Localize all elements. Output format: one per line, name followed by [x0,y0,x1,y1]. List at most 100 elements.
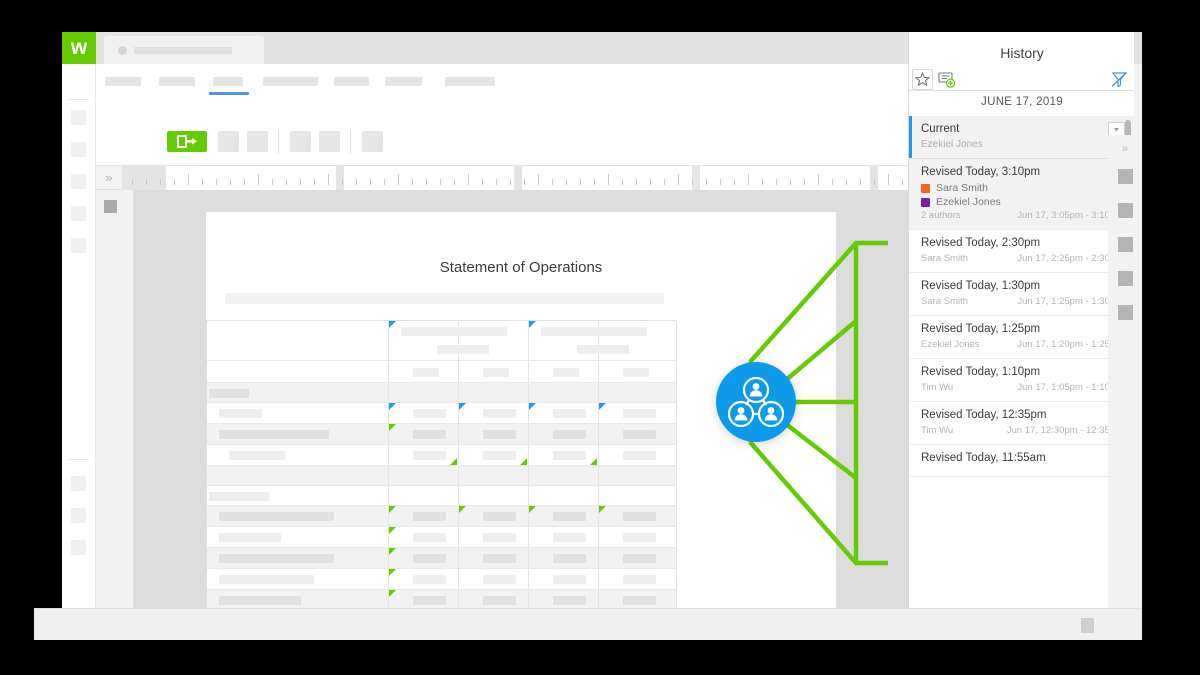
table-data-cell[interactable] [459,569,529,589]
table-data-cell[interactable] [389,590,459,610]
table-data-cell[interactable] [599,548,677,568]
table-row[interactable] [207,383,677,403]
table-data-cell[interactable] [459,486,529,505]
toolbar-tool-5[interactable] [362,131,383,152]
table-row[interactable] [207,466,677,486]
menu-item-5[interactable] [334,77,369,86]
table-row[interactable] [207,403,677,424]
table-data-cell[interactable] [459,548,529,568]
star-icon[interactable] [912,69,933,90]
browser-tab[interactable] [104,36,264,64]
table-label-cell[interactable] [207,590,389,610]
table-data-cell[interactable] [529,590,599,610]
left-rail-tile-7[interactable] [71,508,86,523]
table-data-cell[interactable] [389,569,459,589]
table-data-cell[interactable] [389,486,459,505]
table-row[interactable] [207,321,677,361]
table-data-cell[interactable] [459,466,529,485]
menu-item-1[interactable] [105,77,141,86]
table-data-cell[interactable] [529,321,647,360]
table-data-cell[interactable] [529,424,599,444]
table-data-cell[interactable] [529,506,599,526]
menu-item-3[interactable] [213,77,243,86]
table-data-cell[interactable] [389,383,459,402]
collaboration-badge[interactable] [716,362,796,442]
table-data-cell[interactable] [599,445,677,465]
table-data-cell[interactable] [389,361,459,382]
table-row[interactable] [207,361,677,383]
table-label-cell[interactable] [207,486,389,505]
table-data-cell[interactable] [459,321,529,360]
left-rail-tile-2[interactable] [71,142,86,157]
table-row[interactable] [207,486,677,506]
left-rail-tile-1[interactable] [71,110,86,125]
menu-item-6[interactable] [385,77,422,86]
table-data-cell[interactable] [389,506,459,526]
financial-table[interactable] [206,320,677,640]
table-data-cell[interactable] [599,383,677,402]
left-rail-tile-8[interactable] [71,540,86,555]
history-item-2[interactable]: Revised Today, 1:30pm Sara Smith Jun 17,… [909,273,1135,316]
table-data-cell[interactable] [599,506,677,526]
right-panel-toggle-icon[interactable]: » [1116,141,1134,155]
outline-tile[interactable] [104,200,117,213]
table-data-cell[interactable] [389,466,459,485]
table-label-cell[interactable] [207,445,389,465]
table-data-cell[interactable] [459,445,529,465]
toolbar-tool-1[interactable] [218,131,239,152]
table-row[interactable] [207,445,677,466]
add-note-icon[interactable] [937,70,957,89]
table-data-cell[interactable] [529,486,599,505]
table-data-cell[interactable] [529,361,599,382]
history-list[interactable]: Current Ezekiel Jones Revised Today, 3:1… [909,116,1135,608]
document-export-button[interactable] [167,131,207,152]
table-data-cell[interactable] [529,527,599,547]
history-item-6[interactable]: Revised Today, 11:55am [909,445,1135,477]
table-data-cell[interactable] [389,424,459,444]
table-data-cell[interactable] [459,361,529,382]
outline-panel-toggle-icon[interactable]: » [100,170,118,186]
table-row[interactable] [207,527,677,548]
table-label-cell[interactable] [207,506,389,526]
table-data-cell[interactable] [599,527,677,547]
menu-item-2[interactable] [159,77,195,86]
table-row[interactable] [207,548,677,569]
toolbar-tool-2[interactable] [247,131,268,152]
right-rail-tile-3[interactable] [1118,237,1133,252]
right-rail-tile-2[interactable] [1118,203,1133,218]
table-data-cell[interactable] [529,403,599,423]
table-data-cell[interactable] [599,321,677,360]
menu-item-4[interactable] [263,77,318,86]
table-row[interactable] [207,506,677,527]
table-label-cell[interactable] [207,527,389,547]
table-data-cell[interactable] [529,569,599,589]
left-rail-tile-4[interactable] [71,206,86,221]
table-label-cell[interactable] [207,424,389,444]
table-data-cell[interactable] [459,403,529,423]
left-rail-tile-5[interactable] [71,238,86,253]
table-data-cell[interactable] [599,424,677,444]
right-rail-tile-4[interactable] [1118,271,1133,286]
filter-funnel-icon[interactable] [1110,70,1129,89]
toolbar-tool-3[interactable] [290,131,311,152]
history-item-3[interactable]: Revised Today, 1:25pm Ezekiel Jones Jun … [909,316,1135,359]
history-item-current[interactable]: Current Ezekiel Jones [909,116,1135,159]
table-data-cell[interactable] [529,548,599,568]
status-indicator[interactable] [1081,618,1094,633]
table-data-cell[interactable] [389,548,459,568]
history-item-0[interactable]: Revised Today, 3:10pm Sara Smith Ezekiel… [909,159,1135,230]
table-label-cell[interactable] [207,403,389,423]
table-label-cell[interactable] [207,569,389,589]
table-data-cell[interactable] [459,383,529,402]
table-data-cell[interactable] [459,590,529,610]
table-label-cell[interactable] [207,466,389,485]
table-data-cell[interactable] [599,486,677,505]
menu-item-7[interactable] [445,77,495,86]
table-data-cell[interactable] [459,527,529,547]
table-label-cell[interactable] [207,548,389,568]
table-data-cell[interactable] [389,527,459,547]
table-data-cell[interactable] [529,466,599,485]
right-rail-tile-1[interactable] [1118,169,1133,184]
history-item-4[interactable]: Revised Today, 1:10pm Tim Wu Jun 17, 1:0… [909,359,1135,402]
table-label-cell[interactable] [207,361,389,382]
